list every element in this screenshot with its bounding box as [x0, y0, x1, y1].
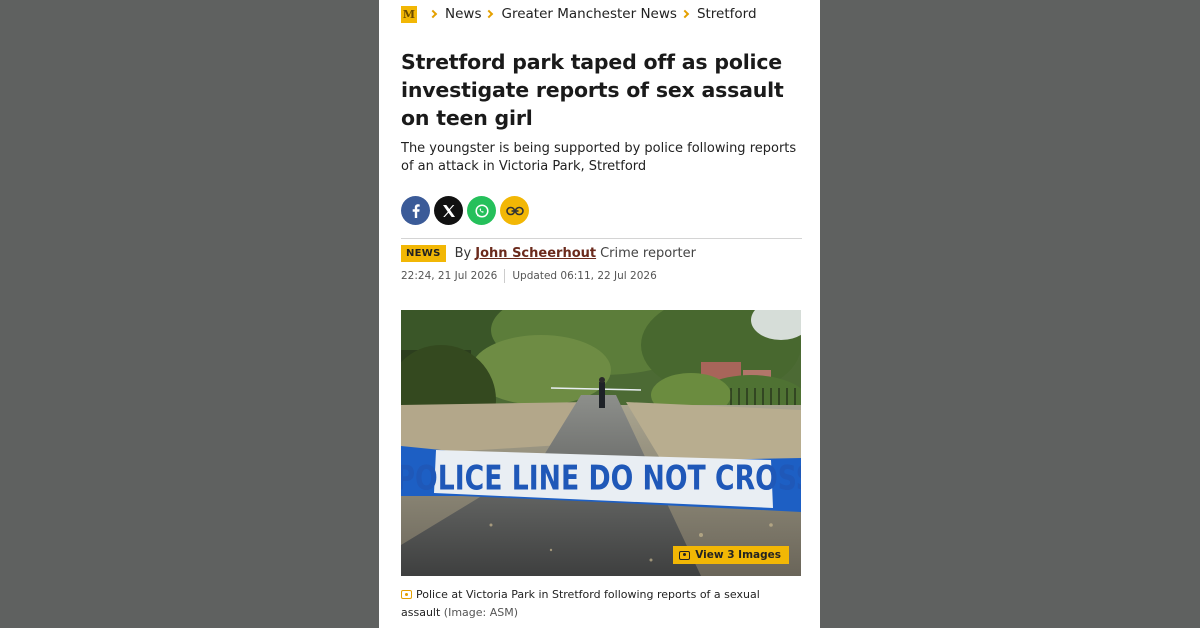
copy-link-button[interactable] [500, 196, 529, 225]
chevron-right-icon [680, 9, 690, 19]
lead-image[interactable]: POLICE LINE DO NOT CROSS View 3 Images [401, 310, 801, 576]
by-prefix: By [454, 246, 472, 261]
gallery-icon [679, 550, 691, 560]
park-police-tape-photo: POLICE LINE DO NOT CROSS [401, 310, 801, 576]
share-facebook-button[interactable] [401, 196, 430, 225]
image-caption: Police at Victoria Park in Stretford fol… [401, 586, 801, 622]
view-images-label: View 3 Images [695, 549, 781, 561]
share-bar [401, 196, 529, 225]
published-date: 22:24, 21 Jul 2026 [401, 270, 498, 282]
article-dates: 22:24, 21 Jul 2026 Updated 06:11, 22 Jul… [401, 269, 657, 283]
category-badge: NEWS [401, 245, 446, 262]
updated-date: Updated 06:11, 22 Jul 2026 [512, 270, 657, 282]
share-whatsapp-button[interactable] [467, 196, 496, 225]
author-role: Crime reporter [600, 246, 696, 261]
byline: NEWS By John Scheerhout Crime reporter [401, 245, 696, 262]
breadcrumb-greater-manchester-news[interactable]: Greater Manchester News [501, 6, 676, 22]
author-link[interactable]: John Scheerhout [475, 246, 596, 261]
camera-icon [401, 590, 412, 599]
chevron-right-icon [485, 9, 494, 19]
chevron-right-icon [428, 9, 438, 19]
view-images-button[interactable]: View 3 Images [673, 546, 789, 564]
tape-text: POLICE LINE DO NOT CROSS [401, 459, 801, 498]
byline-divider [401, 238, 802, 239]
article-standfirst: The youngster is being supported by poli… [401, 141, 797, 174]
breadcrumb-stretford[interactable]: Stretford [697, 6, 757, 22]
date-divider [504, 269, 506, 283]
article-page: M News Greater Manchester News Stretford… [379, 0, 820, 628]
site-logo-letter: M [402, 7, 416, 21]
breadcrumb: M News Greater Manchester News Stretford [401, 5, 757, 23]
breadcrumb-news[interactable]: News [445, 6, 481, 22]
copy-link-icon [505, 206, 524, 215]
share-x-button[interactable] [434, 196, 463, 225]
x-twitter-icon [442, 204, 455, 217]
article-headline: Stretford park taped off as police inves… [401, 50, 784, 130]
whatsapp-icon [474, 203, 489, 218]
facebook-icon [412, 203, 420, 218]
image-credit: (Image: ASM) [443, 606, 519, 619]
site-logo[interactable]: M [401, 5, 417, 23]
